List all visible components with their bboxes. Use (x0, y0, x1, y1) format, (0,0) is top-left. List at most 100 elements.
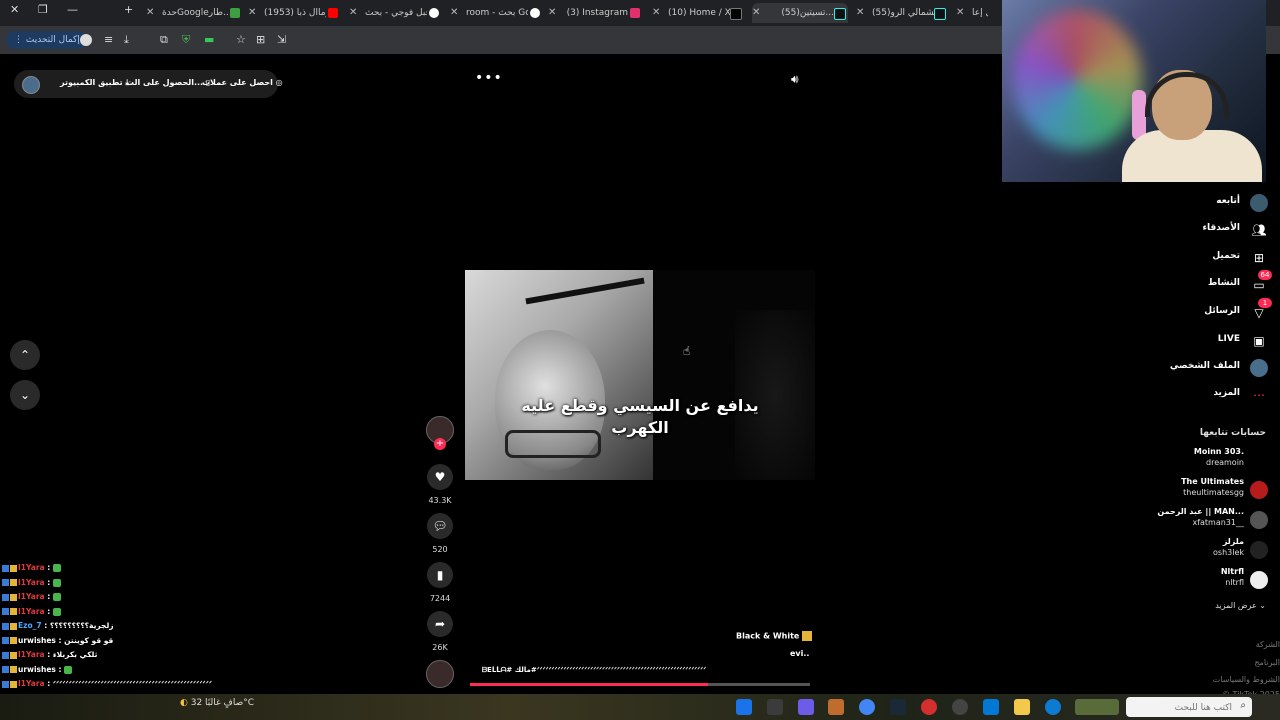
chat-badge-icon (10, 680, 17, 688)
video-hashtags[interactable]: ᗷEᒪᒪᗩ# ﻣﺎﻟﻚ#ᐟᐟᐟᐟᐟᐟᐟᐟᐟᐟᐟᐟᐟᐟᐟᐟᐟᐟᐟᐟᐟᐟᐟᐟᐟᐟᐟᐟ… (482, 666, 808, 675)
comment-action[interactable]: 💬︎ 520 (422, 513, 458, 554)
heart-icon[interactable]: ♥ (427, 464, 453, 490)
file-explorer-icon[interactable] (1014, 699, 1030, 715)
tab-close-icon[interactable]: ✕ (956, 3, 964, 23)
footer-link-terms[interactable]: الشروط والسياسات (1213, 675, 1280, 684)
new-tab-icon[interactable]: + (124, 3, 133, 16)
restore-window-icon[interactable]: ❐ (38, 3, 48, 16)
outlook-icon[interactable] (983, 699, 999, 715)
chat-badge-icon (2, 608, 9, 615)
sidebar-item-activity[interactable]: النشاط ▭ 64 (1068, 270, 1272, 295)
battery-extension-icon[interactable]: ▬ (204, 33, 214, 46)
sidebar-item-messages[interactable]: الرسائل ▽ 1 (1068, 298, 1272, 323)
chrome-icon[interactable] (859, 699, 875, 715)
footer-link-company[interactable]: الشركة (1256, 640, 1280, 649)
download-icon[interactable]: ⤓ (124, 33, 129, 47)
browser-tab[interactable]: ✕ ماصل إعا... (956, 3, 1002, 23)
taskbar-app-icon[interactable] (736, 699, 752, 715)
sidebar-item-live[interactable]: LIVE ▣ (1068, 331, 1268, 351)
taskbar-app-icon[interactable] (767, 699, 783, 715)
comment-icon[interactable]: 💬︎ (427, 513, 453, 539)
minimize-window-icon[interactable]: — (67, 3, 78, 16)
creator-avatar-action[interactable]: + (422, 416, 458, 450)
browser-tab[interactable]: ✕ room - بحث Goo (450, 3, 542, 23)
sidebar-item-friends[interactable]: الأصدقاء 👥︎ (1068, 220, 1268, 240)
followed-account[interactable]: The Ultimates theultimatesgg (1108, 477, 1268, 505)
taskbar-app-icon[interactable] (921, 699, 937, 715)
tab-close-icon[interactable]: ✕ (752, 3, 760, 23)
like-count: 43.3K (428, 496, 452, 505)
followed-account[interactable]: ملزلز osh3lek (1108, 537, 1268, 565)
followed-account[interactable]: Nltrfl nltrfl (1108, 567, 1268, 595)
translate-icon[interactable]: ⊞ (256, 33, 265, 46)
edge-icon[interactable] (1045, 699, 1061, 715)
desktop-app-button[interactable]: تطبيق الكمبيوتر ⤓ (60, 78, 129, 88)
music-disc-action[interactable] (422, 660, 458, 688)
weather-widget[interactable]: ◐ صافٍ غالبًا 32°C (180, 698, 254, 708)
footer-link-program[interactable]: البرنامج (1254, 658, 1280, 667)
browser-tab[interactable]: ✕ حدةGoogleطار... (146, 3, 242, 23)
chat-badge-icon (2, 680, 9, 688)
video-progress-bar[interactable] (470, 683, 810, 686)
bookmark-icon[interactable]: ▮ (427, 562, 453, 588)
browser-tab-active[interactable]: ✕ (55)تسيتين... (752, 3, 848, 23)
volume-icon[interactable]: 🔊︎ (791, 72, 799, 87)
settings-gear-icon[interactable] (952, 699, 968, 715)
save-count: 7244 (429, 594, 451, 603)
tab-close-icon[interactable]: ✕ (248, 3, 256, 23)
taskbar-app-icon[interactable] (798, 699, 814, 715)
previous-video-button[interactable]: ⌃ (10, 340, 40, 370)
followed-account[interactable]: Moinn 303. dreamoin (1108, 447, 1268, 475)
tab-close-icon[interactable]: ✕ (548, 3, 556, 23)
browser-tab[interactable]: ✕ (10) Home / X (652, 3, 744, 23)
tab-close-icon[interactable]: ✕ (450, 3, 458, 23)
see-more-button[interactable]: عرض المزيد ⌄ (1215, 601, 1266, 610)
music-tag[interactable]: Black & White (736, 631, 813, 641)
next-video-button[interactable]: ⌄ (10, 380, 40, 410)
get-coins-button[interactable]: احصل على عملات ◎ (202, 78, 283, 87)
tab-close-icon[interactable]: ✕ (349, 3, 357, 23)
share-action[interactable]: ➦ 26K (422, 611, 458, 652)
follow-plus-icon[interactable]: + (434, 438, 446, 450)
x-icon (730, 8, 742, 20)
taskbar-app-icon[interactable] (828, 699, 844, 715)
chat-message: I1Yara : (2, 607, 61, 616)
close-window-icon[interactable]: ✕ (10, 3, 19, 16)
reading-list-icon[interactable]: ≡ (104, 33, 113, 46)
chat-text: ثلكي بكربلاء (52, 650, 98, 659)
more-options-icon[interactable]: ••• (475, 70, 503, 86)
share-arrow-icon[interactable]: ➦ (427, 611, 453, 637)
widget-thumbnail[interactable] (1075, 699, 1119, 715)
browser-tab[interactable]: ✕ (1953) روماال ذبا... (248, 3, 340, 23)
browser-tab[interactable]: ✕ جبل فوجي - بحث (349, 3, 441, 23)
tab-close-icon[interactable]: ✕ (856, 3, 864, 23)
tab-close-icon[interactable]: ✕ (146, 3, 154, 23)
sidebar-item-upload[interactable]: تحميل ⊞ (1068, 248, 1268, 268)
sidebar-item-more[interactable]: المزيد ⋯ (1068, 385, 1268, 405)
taskbar-search-input[interactable] (1130, 699, 1234, 716)
google-icon (530, 8, 540, 18)
user-avatar[interactable] (22, 76, 40, 94)
browser-tab[interactable]: ✕ (55)الشمالي الرو... (856, 3, 948, 23)
followed-account[interactable]: عبد الرحمن || MAN... xfatman31__ (1108, 507, 1268, 535)
like-action[interactable]: ♥ 43.3K (422, 464, 458, 505)
chat-emote-icon (52, 593, 61, 601)
update-button[interactable]: ⋮ إكمال التحديث (6, 31, 88, 49)
share-page-icon[interactable]: ⇲ (277, 33, 286, 46)
get-app-button[interactable]: الحصول على الت... ▯ (126, 78, 210, 87)
steam-icon[interactable] (890, 699, 906, 715)
music-disc-icon[interactable] (426, 660, 454, 688)
sidebar-item-following[interactable]: أتابعه (1068, 193, 1268, 213)
video-player[interactable] (465, 270, 815, 480)
taskbar-search[interactable]: ⌕ (1126, 697, 1252, 717)
chevron-down-icon: ⌄ (19, 388, 31, 402)
browser-tab[interactable]: ✕ (3) Instagram (548, 3, 642, 23)
profile-avatar-icon[interactable] (80, 34, 92, 46)
sidebar-item-profile[interactable]: الملف الشخصي (1068, 358, 1268, 378)
maps-icon (230, 8, 240, 18)
save-action[interactable]: ▮ 7244 (422, 562, 458, 603)
bookmark-star-icon[interactable]: ☆ (236, 33, 246, 46)
tab-close-icon[interactable]: ✕ (652, 3, 660, 23)
shield-extension-icon[interactable]: ⛨ (182, 33, 190, 47)
extensions-icon[interactable]: ⧉ (160, 33, 168, 47)
